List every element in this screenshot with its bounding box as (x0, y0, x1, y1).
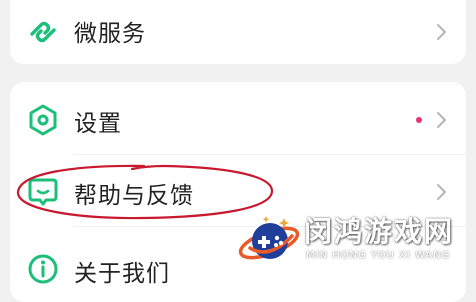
settings-hexagon-icon (29, 104, 57, 136)
menu-item-microservice[interactable]: 微服务 (10, 0, 466, 61)
menu-item-label: 微服务 (74, 21, 146, 47)
menu-item-label: 设置 (74, 111, 122, 137)
chevron-right-icon (437, 112, 446, 128)
watermark-subtitle: MIN HONG YOU XI WANG (306, 250, 451, 261)
gamepad-planet-logo-icon (238, 216, 300, 260)
chevron-right-icon (437, 24, 446, 40)
chevron-right-icon (437, 184, 446, 200)
divider (74, 154, 466, 155)
menu-item-label: 关于我们 (74, 261, 170, 287)
watermark-title: 闵鸿游戏网 (304, 215, 455, 248)
feedback-chat-icon (28, 178, 58, 206)
menu-item-label: 帮助与反馈 (74, 183, 194, 209)
site-watermark: 闵鸿游戏网 MIN HONG YOU XI WANG (236, 206, 468, 276)
menu-item-settings[interactable]: 设置 (10, 87, 466, 153)
menu-card-top: 微服务 (10, 0, 466, 64)
info-icon (28, 254, 58, 284)
link-icon (30, 21, 56, 43)
notification-dot (416, 117, 422, 123)
